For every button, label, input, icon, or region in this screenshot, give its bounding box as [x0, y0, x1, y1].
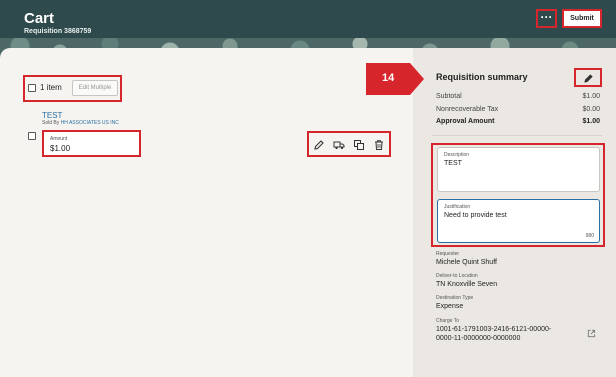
item-name-link[interactable]: TEST	[42, 111, 62, 120]
description-value[interactable]: TEST	[444, 160, 462, 167]
step-callout-number: 14	[382, 72, 395, 84]
justification-value[interactable]: Need to provide test	[444, 212, 507, 219]
subtotal-value: $1.00	[582, 93, 600, 100]
description-label: Description	[444, 152, 470, 158]
external-link-icon[interactable]	[587, 329, 596, 338]
item-count-label: 1 item	[40, 83, 62, 92]
description-field[interactable]: Description TEST	[437, 147, 600, 192]
justification-label: Justification	[444, 204, 471, 210]
edit-icon[interactable]	[313, 139, 325, 151]
step-callout-arrow	[366, 63, 424, 95]
justification-field[interactable]: Justification Need to provide test 980	[437, 199, 600, 243]
line-checkbox[interactable]	[28, 132, 36, 140]
page-title: Cart	[24, 10, 55, 27]
summary-divider	[432, 135, 602, 136]
approval-amount-value: $1.00	[582, 118, 600, 125]
requester-value: Michele Quint Shuff	[436, 259, 497, 266]
edit-multiple-button[interactable]: Edit Multiple	[72, 80, 118, 96]
sold-by-text: Sold By HH ASSOCIATES US INC	[42, 120, 119, 126]
destination-type-label: Destination Type	[436, 295, 474, 301]
trash-icon[interactable]	[373, 139, 385, 151]
charge-to-line-1: 1001-61-1791003-2416-6121-00000-	[436, 326, 552, 333]
amount-value[interactable]: $1.00	[50, 144, 70, 153]
approval-amount-label: Approval Amount	[436, 118, 495, 125]
edit-summary-button[interactable]	[574, 68, 602, 87]
pencil-icon	[584, 74, 593, 83]
truck-icon[interactable]	[333, 139, 345, 151]
destination-type-value: Expense	[436, 303, 464, 310]
charge-to-line-2: 0000-11-0000000-0000000	[436, 335, 521, 342]
supplier-link[interactable]: HH ASSOCIATES US INC	[61, 120, 119, 126]
select-all-checkbox[interactable]	[28, 84, 36, 92]
charge-to-label: Charge To	[436, 318, 459, 324]
copy-icon[interactable]	[353, 139, 365, 151]
summary-title: Requisition summary	[436, 72, 528, 82]
more-actions-button[interactable]: ···	[536, 9, 557, 28]
line-actions-highlight	[307, 131, 391, 157]
justification-char-counter: 980	[585, 233, 594, 239]
deliver-to-label: Deliver-to Location	[436, 273, 478, 279]
tax-label: Nonrecoverable Tax	[436, 106, 499, 113]
submit-button[interactable]: Submit	[562, 9, 602, 28]
subtotal-label: Subtotal	[436, 93, 462, 100]
amount-label: Amount	[50, 136, 68, 142]
amount-field[interactable]: Amount $1.00	[42, 130, 141, 157]
tax-value: $0.00	[582, 106, 600, 113]
requester-label: Requester	[436, 251, 460, 257]
deliver-to-value: TN Knoxville Seven	[436, 281, 498, 288]
sold-by-prefix: Sold By	[42, 120, 60, 126]
requisition-number: Requisition 3868759	[24, 28, 92, 35]
